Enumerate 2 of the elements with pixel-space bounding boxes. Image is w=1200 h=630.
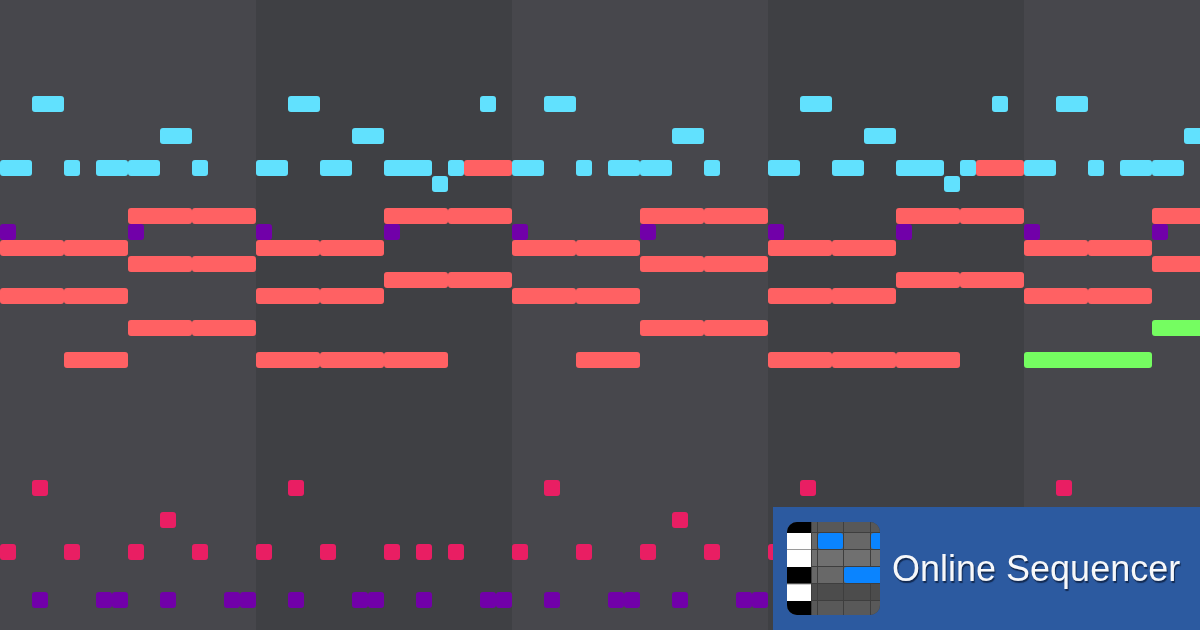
piano-roll-icon [787, 522, 880, 615]
site-name: Online Sequencer [892, 550, 1181, 587]
